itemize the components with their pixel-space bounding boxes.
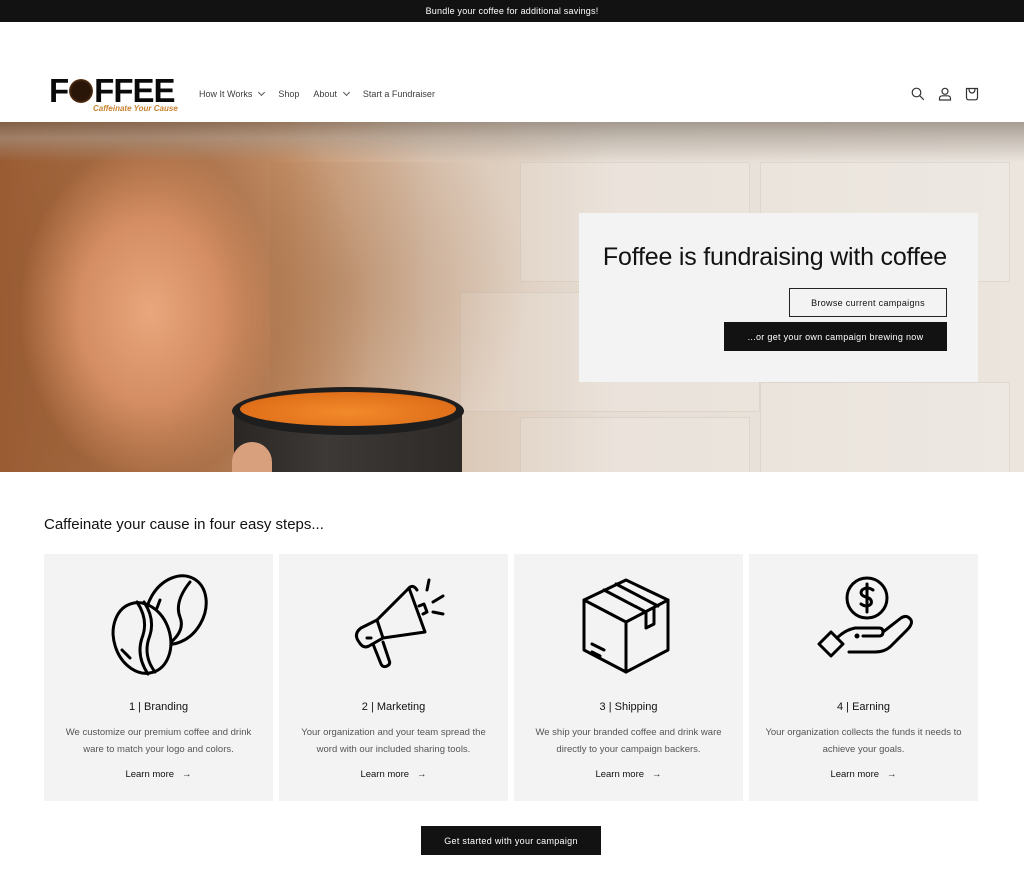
hero-image-brick	[520, 417, 750, 472]
logo[interactable]: F FFEE Caffeinate Your Cause	[49, 74, 178, 114]
learn-more-label: Learn more	[125, 769, 175, 780]
logo-tagline: Caffeinate Your Cause	[93, 104, 178, 113]
nav-shop[interactable]: Shop	[278, 89, 299, 99]
search-icon[interactable]	[910, 86, 926, 102]
chevron-down-icon	[258, 88, 266, 97]
steps-heading: Caffeinate your cause in four easy steps…	[44, 516, 324, 533]
nav-label: Shop	[278, 89, 300, 99]
chevron-down-icon	[342, 88, 350, 97]
hand-coin-icon	[817, 576, 913, 658]
nav-label: How It Works	[199, 89, 253, 99]
browse-campaigns-button[interactable]: Browse current campaigns	[789, 288, 947, 317]
megaphone-icon	[354, 578, 444, 669]
step-title: 1 | Branding	[128, 701, 189, 713]
hero-banner: Foffee is fundraising with coffee Browse…	[0, 122, 1024, 472]
learn-more-link[interactable]: Learn more →	[514, 769, 743, 780]
step-title: 4 | Earning	[836, 701, 890, 713]
arrow-right-icon: →	[652, 769, 662, 780]
coffee-beans-icon	[111, 574, 208, 676]
step-card-branding: 1 | Branding We customize our premium co…	[44, 554, 273, 801]
learn-more-link[interactable]: Learn more →	[749, 769, 978, 780]
hero-image-brick	[760, 382, 1010, 472]
step-description: Your organization collects the funds it …	[765, 727, 962, 755]
box-icon	[582, 578, 669, 674]
hero-title: Foffee is fundraising with coffee	[602, 243, 947, 271]
nav-about[interactable]: About	[313, 88, 350, 99]
learn-more-label: Learn more	[830, 769, 880, 780]
arrow-right-icon: →	[417, 769, 427, 780]
step-description: We ship your branded coffee and drink wa…	[535, 727, 722, 755]
nav-start-fundraiser[interactable]: Start a Fundraiser	[363, 89, 435, 99]
nav-label: About	[313, 89, 337, 99]
nav-how-it-works[interactable]: How It Works	[199, 88, 266, 99]
arrow-right-icon: →	[887, 769, 897, 780]
start-campaign-button[interactable]: ...or get your own campaign brewing now	[724, 322, 947, 351]
step-description: Your organization and your team spread t…	[301, 727, 486, 755]
hero-card: Foffee is fundraising with coffee Browse…	[579, 213, 978, 382]
hero-image-top	[0, 122, 1024, 162]
learn-more-label: Learn more	[360, 769, 410, 780]
account-icon[interactable]	[937, 86, 953, 102]
cart-icon[interactable]	[964, 86, 980, 102]
header-icons	[910, 86, 980, 102]
learn-more-link[interactable]: Learn more →	[279, 769, 508, 780]
logo-letter-f: F	[49, 72, 69, 109]
learn-more-label: Learn more	[595, 769, 645, 780]
step-title: 2 | Marketing	[361, 701, 426, 713]
coffee-cup-icon	[69, 79, 94, 103]
step-title: 3 | Shipping	[599, 701, 658, 713]
learn-more-link[interactable]: Learn more →	[44, 769, 273, 780]
announcement-text: Bundle your coffee for additional saving…	[425, 6, 599, 16]
step-card-earning: 4 | Earning Your organization collects t…	[749, 554, 978, 801]
main-nav: How It Works Shop About Start a Fundrais…	[199, 88, 449, 99]
site-header: F FFEE Caffeinate Your Cause How It Works…	[0, 22, 1024, 122]
step-card-marketing: 2 | Marketing Your organization and your…	[279, 554, 508, 801]
nav-label: Start a Fundraiser	[362, 89, 435, 99]
arrow-right-icon: →	[182, 769, 192, 780]
step-description: We customize our premium coffee and drin…	[65, 727, 252, 755]
announcement-bar: Bundle your coffee for additional saving…	[0, 0, 1024, 22]
logo-letters-ffee: FFEE	[94, 72, 175, 109]
steps-grid: 1 | Branding We customize our premium co…	[44, 554, 978, 801]
logo-wordmark: F FFEE	[49, 72, 176, 109]
step-card-shipping: 3 | Shipping We ship your branded coffee…	[514, 554, 743, 801]
get-started-button[interactable]: Get started with your campaign	[421, 826, 601, 855]
